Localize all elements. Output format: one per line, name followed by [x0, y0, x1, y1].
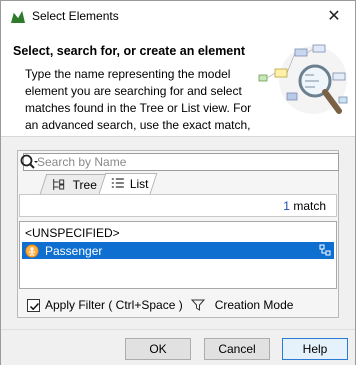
match-count: 1 match — [283, 199, 326, 213]
apply-filter-label[interactable]: Apply Filter ( Ctrl+Space ) — [45, 298, 183, 312]
button-bar: OK Cancel Help — [1, 329, 355, 365]
filter-icon[interactable] — [190, 298, 205, 312]
tab-list[interactable]: List — [98, 173, 158, 194]
ok-button[interactable]: OK — [125, 338, 191, 360]
tab-tree-label: Tree — [72, 177, 98, 192]
tab-list-label: List — [129, 177, 149, 191]
tree-icon — [53, 178, 65, 190]
list-item[interactable]: <UNSPECIFIED> — [22, 224, 334, 241]
list-icon — [111, 178, 124, 188]
header-heading: Select, search for, or create an element — [13, 44, 246, 58]
list-item-label: Passenger — [45, 243, 103, 258]
search-icon[interactable] — [19, 152, 39, 172]
title-bar: Select Elements ✕ — [1, 1, 355, 31]
search-illustration-icon — [258, 44, 348, 114]
creation-mode-label[interactable]: Creation Mode — [215, 298, 294, 312]
dialog-header: Select, search for, or create an element… — [1, 31, 355, 137]
magicdraw-icon — [11, 9, 25, 23]
close-icon[interactable]: ✕ — [319, 5, 349, 27]
list-item-selected[interactable]: Passenger — [22, 242, 334, 259]
window-title: Select Elements — [32, 9, 119, 23]
cancel-button[interactable]: Cancel — [204, 338, 270, 360]
owner-tree-icon[interactable] — [319, 244, 332, 257]
results-header: 1 match — [19, 194, 337, 217]
element-list[interactable]: <UNSPECIFIED> Passenger — [19, 221, 337, 289]
select-elements-dialog: Select Elements ✕ Select, search for, or… — [0, 0, 356, 365]
tab-tree[interactable]: Tree — [39, 174, 107, 194]
apply-filter-checkbox[interactable] — [27, 298, 40, 312]
filter-row: Apply Filter ( Ctrl+Space ) Creation Mod… — [27, 297, 293, 313]
header-description: Type the name representing the model ele… — [25, 67, 252, 132]
checkmark-icon — [29, 302, 40, 310]
actor-icon — [25, 244, 39, 257]
help-button[interactable]: Help — [282, 338, 348, 360]
list-item-label: <UNSPECIFIED> — [25, 225, 120, 240]
search-input[interactable] — [37, 154, 335, 170]
